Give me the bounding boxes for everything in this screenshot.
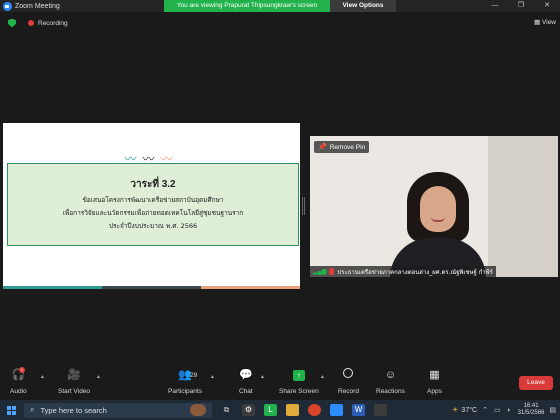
recording-label: Recording (38, 19, 68, 27)
share-screen-icon: ↑ (279, 368, 319, 382)
slide-line-1: ข้อเสนอโครงการพัฒนาเครือข่ายสถาบันอุดมศึ… (82, 196, 224, 204)
zoom-window: Zoom Meeting You are viewing Prapurat Th… (0, 0, 560, 420)
participant-name-bar: ▂▄▆ ประธานเครือข่ายภาคกลางตอนล่าง_ผศ.ดร.… (310, 266, 496, 277)
view-layout-icon[interactable]: ▦ View (534, 18, 556, 26)
chat-button[interactable]: 💬 Chat (239, 368, 253, 395)
screen-share-banner: You are viewing Prapurat Thipsungkraw's … (164, 0, 396, 12)
audio-label: Audio (10, 388, 27, 395)
taskbar-search-box[interactable]: ⌕ Type here to search (24, 402, 212, 418)
signal-strength-icon: ▂▄▆ (313, 269, 327, 275)
reactions-button[interactable]: ☺ Reactions (376, 368, 405, 395)
participants-count: 29 (190, 372, 198, 379)
window-title: Zoom Meeting (15, 2, 60, 10)
system-tray: ☀ 37°C ⌃ ▭ ◖ 16:41 31/5/2566 ▤ (452, 400, 556, 420)
pin-icon: 📌 (318, 144, 327, 151)
tray-icons[interactable]: ⌃ ▭ ◖ (482, 406, 513, 414)
zoom-taskbar-icon[interactable] (330, 404, 343, 416)
leave-button[interactable]: Leave (519, 376, 553, 390)
taskbar-clock[interactable]: 16:41 31/5/2566 (518, 403, 545, 417)
shared-slide: 〰〰〰 วาระที่ 3.2 ข้อเสนอโครงการพัฒนาเครือ… (3, 123, 300, 289)
participant-video-tile[interactable]: 📌 Remove Pin ▂▄▆ ประธานเครือข่ายภาคกลางต… (310, 136, 558, 277)
remove-pin-button[interactable]: 📌 Remove Pin (314, 141, 370, 153)
task-view-icon[interactable]: ⧉ (220, 404, 233, 416)
slide-line-3: ประจำปีงบประมาณ พ.ศ. 2566 (108, 222, 198, 230)
windows-start-icon[interactable] (7, 405, 16, 415)
search-highlight-otter-icon[interactable] (190, 404, 206, 416)
headphones-icon: 🎧 1 (11, 367, 26, 381)
clock-time: 16:41 (523, 403, 539, 409)
remove-pin-label: Remove Pin (329, 143, 366, 151)
title-bar: Zoom Meeting You are viewing Prapurat Th… (0, 0, 560, 12)
video-background (488, 136, 558, 277)
chat-options-caret-icon[interactable]: ▲ (260, 374, 265, 380)
start-video-button[interactable]: 🎥 Start Video (58, 368, 90, 395)
notification-icon[interactable]: ▤ (549, 406, 556, 414)
view-options-button[interactable]: View Options (330, 0, 396, 12)
minimize-button[interactable]: — (482, 0, 508, 12)
audio-options-caret-icon[interactable]: ▲ (40, 374, 45, 380)
slide-content-box: วาระที่ 3.2 ข้อเสนอโครงการพัฒนาเครือข่าย… (7, 163, 299, 246)
start-video-label: Start Video (58, 388, 91, 395)
meeting-toolbar: 🎧 1 Audio ▲ 🎥 Start Video ▲ 👥 29 Participa… (0, 364, 560, 400)
participants-icon: 👥 29 (178, 369, 198, 381)
split-view-handle[interactable] (302, 197, 305, 215)
window-controls: — ❐ ✕ (482, 0, 560, 12)
weather-sun-icon[interactable]: ☀ (452, 406, 458, 414)
file-explorer-icon[interactable]: ⚙ (242, 404, 255, 416)
slide-footer-bars (3, 286, 300, 289)
reactions-label: Reactions (376, 388, 405, 395)
zoom-app-icon (3, 1, 12, 11)
record-icon (338, 368, 359, 382)
share-screen-label: Share Screen (279, 388, 319, 395)
slide-line-2: เพื่อการวิจัยและนวัตกรรมเพื่อถ่ายทอดเทคโ… (62, 209, 244, 217)
participants-button[interactable]: 👥 29 Participants (168, 368, 202, 395)
smiley-icon: ☺ (384, 369, 397, 381)
taskbar-search-placeholder: Type here to search (40, 405, 107, 415)
folder-icon[interactable] (286, 404, 299, 416)
temperature: 37°C (461, 406, 478, 414)
audio-button[interactable]: 🎧 1 Audio (10, 367, 27, 395)
clock-date: 31/5/2566 (517, 410, 545, 416)
share-banner-text: You are viewing Prapurat Thipsungkraw's … (164, 0, 330, 12)
security-shield-icon[interactable] (8, 18, 16, 28)
search-icon: ⌕ (30, 405, 35, 414)
chrome-icon[interactable] (308, 404, 321, 416)
apps-grid-icon: ▦ (429, 369, 440, 381)
chat-bubble-icon: 💬 (239, 369, 253, 381)
participants-label: Participants (168, 388, 202, 395)
close-button[interactable]: ✕ (534, 0, 560, 12)
line-app-icon[interactable]: L (264, 404, 277, 416)
photos-icon[interactable] (374, 404, 387, 416)
participant-name: ประธานเครือข่ายภาคกลางตอนล่าง_ผศ.ดร.ณัฐพ… (337, 268, 493, 276)
maximize-button[interactable]: ❐ (508, 0, 534, 12)
recording-dot-icon (28, 20, 34, 26)
apps-button[interactable]: ▦ Apps (427, 368, 442, 395)
mic-muted-icon (329, 268, 335, 275)
windows-taskbar: ⌕ Type here to search ⧉ ⚙ L W ☀ 37°C ⌃ ▭… (0, 400, 560, 420)
record-button[interactable]: Record (338, 368, 359, 395)
meeting-status-row: Recording ▦ View (0, 16, 560, 30)
word-icon[interactable]: W (352, 404, 365, 416)
slide-heading: วาระที่ 3.2 (130, 179, 176, 190)
share-screen-button[interactable]: ↑ Share Screen (279, 368, 319, 395)
chat-label: Chat (239, 388, 253, 395)
video-options-caret-icon[interactable]: ▲ (96, 374, 101, 380)
record-label: Record (338, 388, 359, 395)
apps-label: Apps (427, 388, 442, 395)
participants-options-caret-icon[interactable]: ▲ (210, 374, 215, 380)
audio-badge: 1 (19, 367, 25, 373)
share-options-caret-icon[interactable]: ▲ (320, 374, 325, 380)
video-camera-off-icon: 🎥 (67, 369, 81, 381)
